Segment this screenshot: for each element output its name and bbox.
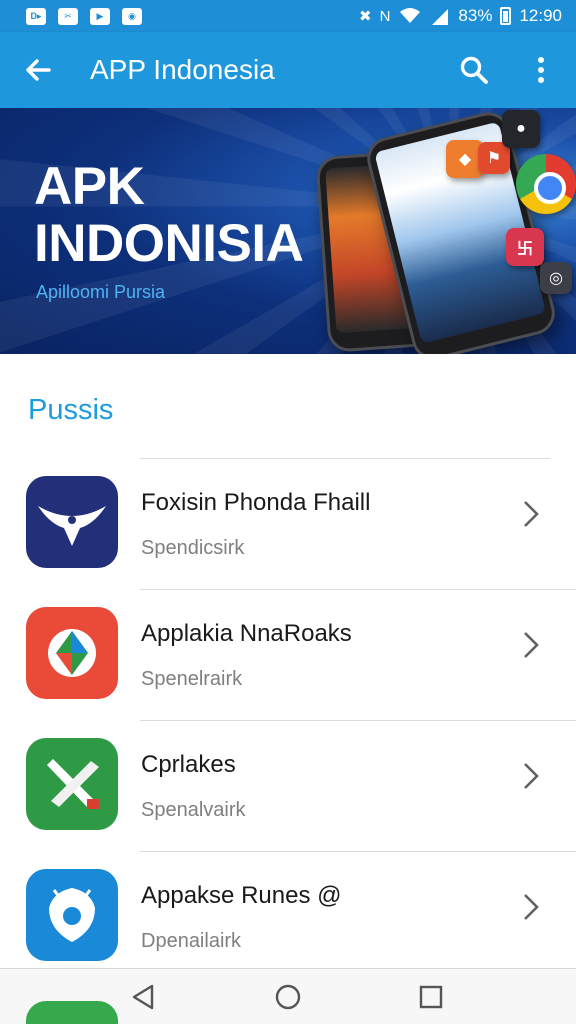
- play-store-icon: ▶: [90, 7, 110, 25]
- chevron-right-icon: [522, 499, 540, 538]
- app-subtitle: Dpenailairk: [141, 930, 242, 952]
- clock: 12:90: [519, 6, 562, 25]
- banner-heading: APK INDONISIA: [34, 157, 324, 274]
- section-title: Pussis: [28, 394, 114, 426]
- app-title: Foxisin Phonda Fhaill: [141, 489, 371, 516]
- app-title: Applakia NnaRoaks: [141, 620, 352, 647]
- app-title: Cprlakes: [141, 751, 236, 778]
- banner-subtitle: Apilloomi Pursia: [36, 282, 166, 302]
- wifi-icon: [400, 8, 421, 23]
- app-icon-gray: ◎: [540, 262, 572, 294]
- search-button[interactable]: [442, 32, 506, 108]
- chrome-icon: [516, 154, 576, 214]
- nav-recents-button[interactable]: [406, 979, 456, 1015]
- chevron-right-icon: [522, 892, 540, 931]
- app-subtitle: Spenelrairk: [141, 668, 243, 690]
- camera-icon: ◉: [122, 7, 142, 25]
- app-title: APP Indonesia: [90, 54, 275, 85]
- nav-home-icon: [275, 984, 301, 1010]
- arrow-left-icon: [26, 59, 51, 81]
- list-item[interactable]: Applakia NnaRoaks Spenelrairk: [0, 590, 576, 721]
- list-item[interactable]: Cprlakes Spenalvairk: [0, 721, 576, 852]
- system-status: ✖ N 83% 12:90: [359, 6, 562, 26]
- more-vertical-icon: [538, 57, 544, 83]
- nav-back-icon: [132, 984, 154, 1010]
- app-subtitle: Spenalvairk: [141, 799, 246, 821]
- battery-percent: 83%: [458, 6, 493, 25]
- status-bar: D▸ ✂ ▶ ◉ ✖ N 83% 12:90: [0, 0, 576, 32]
- back-button[interactable]: [0, 32, 76, 108]
- app-list-section: Pussis Foxisin Phonda Fhaill Spendicsirk…: [0, 354, 576, 968]
- signal-icon: [432, 9, 449, 25]
- app-title: Appakse Runes @: [141, 882, 342, 909]
- banner-heading-line1: APK: [34, 157, 145, 216]
- app-bar: APP Indonesia: [0, 32, 576, 108]
- app-subtitle: Spendicsirk: [141, 537, 245, 559]
- d-icon: D▸: [26, 7, 46, 25]
- battery-icon: [500, 7, 512, 25]
- chevron-right-icon: [522, 630, 540, 669]
- nav-recents-icon: [419, 985, 443, 1009]
- promo-banner[interactable]: APK INDONISIA Apilloomi Pursia ◆ ⚑ ● 卐 ◎: [0, 108, 576, 354]
- bird-wing-icon: [26, 476, 118, 568]
- app-icon-pink: 卐: [506, 228, 544, 266]
- chevron-right-icon: [522, 761, 540, 800]
- banner-heading-line2: INDONISIA: [34, 214, 304, 274]
- app-icon-dark: ●: [502, 110, 540, 148]
- list-item[interactable]: Appakse Runes @ Dpenailairk: [0, 852, 576, 968]
- crossed-tools-icon: [26, 738, 118, 830]
- more-options-button[interactable]: [506, 32, 576, 108]
- map-pin-icon: [26, 607, 118, 699]
- n-icon: N: [379, 7, 391, 25]
- mute-icon: ✖: [359, 8, 372, 25]
- nav-home-button[interactable]: [263, 979, 313, 1015]
- list-item[interactable]: Foxisin Phonda Fhaill Spendicsirk: [0, 459, 576, 590]
- app-icon-partial: [26, 1001, 118, 1024]
- android-shield-icon: [26, 869, 118, 961]
- scissors-icon: ✂: [58, 7, 78, 25]
- nav-back-button[interactable]: [118, 979, 168, 1015]
- search-icon: [460, 56, 488, 84]
- notification-icons: D▸ ✂ ▶ ◉: [26, 7, 142, 25]
